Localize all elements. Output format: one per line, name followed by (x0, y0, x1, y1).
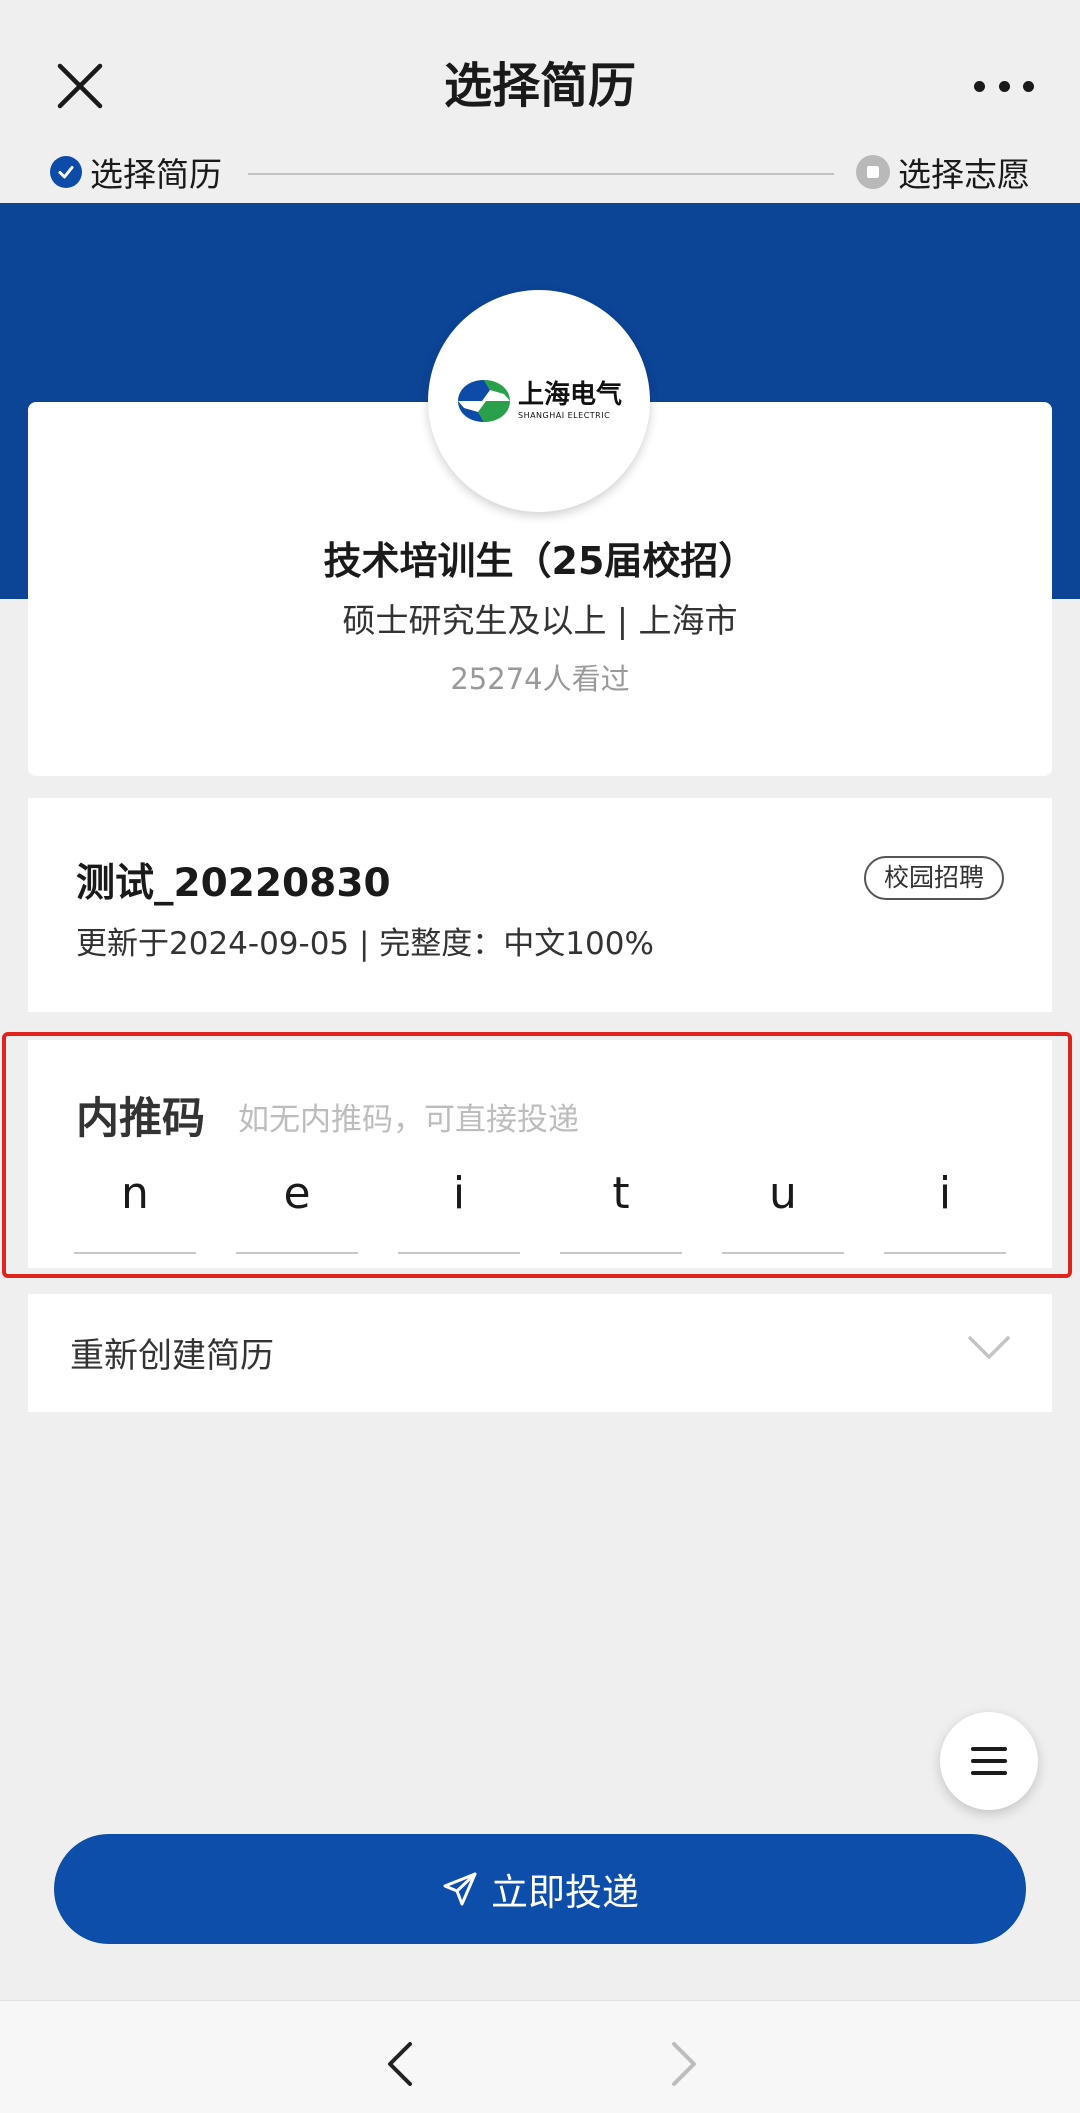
forward-button[interactable] (664, 2040, 704, 2088)
submit-application-button[interactable]: 立即投递 (54, 1834, 1026, 1944)
more-options-button[interactable] (974, 66, 1034, 106)
more-dots-icon (974, 80, 985, 92)
chevron-right-icon (672, 2042, 696, 2086)
step-label: 选择志愿 (898, 155, 1030, 194)
step-select-preference: 选择志愿 (856, 148, 1030, 196)
job-requirements: 硕士研究生及以上 | 上海市 (342, 601, 738, 640)
logo-subtext: SHANGHAI ELECTRIC (517, 411, 611, 420)
pending-step-icon (856, 155, 890, 189)
submit-label: 立即投递 (491, 1871, 639, 1914)
step-label: 选择简历 (90, 155, 222, 194)
paper-plane-icon (443, 1872, 477, 1906)
resume-type-badge: 校园招聘 (863, 856, 1004, 900)
browser-nav-bar (0, 2000, 1080, 2113)
page-title: 选择简历 (443, 58, 636, 114)
shanghai-electric-logo-icon (457, 380, 510, 422)
resume-name: 测试_20220830 (76, 861, 391, 906)
company-logo: 上海电气 SHANGHAI ELECTRIC (428, 290, 650, 512)
step-select-resume: 选择简历 (50, 148, 222, 196)
check-circle-icon (50, 156, 82, 188)
chevron-left-icon (388, 2042, 412, 2086)
chevron-down-icon (966, 1332, 1012, 1362)
job-title: 技术培训生（25届校招） (323, 539, 757, 583)
floating-menu-button[interactable] (940, 1712, 1038, 1810)
menu-icon (971, 1747, 1007, 1775)
logo-wordmark: 上海电气 (517, 380, 622, 410)
step-connector (248, 173, 834, 175)
recreate-resume-label: 重新创建简历 (70, 1336, 274, 1376)
resume-update-info: 更新于2024-09-05 | 完整度：中文100% (76, 926, 654, 962)
job-view-count: 25274人看过 (450, 662, 630, 696)
back-button[interactable] (380, 2040, 420, 2088)
highlight-box (2, 1032, 1072, 1278)
